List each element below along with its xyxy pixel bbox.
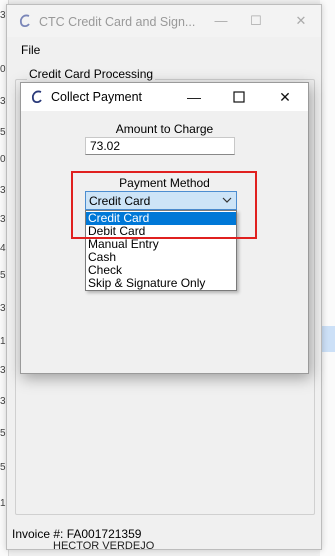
main-title-bar[interactable]: CTC Credit Card and Sign... — ☐ ✕ [7, 5, 321, 37]
dialog-title: Collect Payment [51, 90, 143, 104]
invoice-number: Invoice #: FA001721359 [12, 527, 142, 541]
minimize-icon[interactable]: — [212, 13, 230, 29]
group-label: Credit Card Processing [27, 67, 156, 81]
annotation-highlight-box [71, 171, 257, 239]
close-icon[interactable]: ✕ [292, 13, 310, 29]
app-logo-icon [19, 14, 30, 28]
menu-file[interactable]: File [21, 43, 40, 57]
background-bottom-text: HECTOR VERDEJO [53, 540, 155, 552]
minimize-icon[interactable]: — [183, 87, 205, 107]
background-selected-row [322, 326, 335, 352]
app-logo-icon [31, 90, 42, 104]
close-icon[interactable]: ✕ [274, 87, 296, 107]
amount-label: Amount to Charge [115, 122, 214, 136]
dropdown-option[interactable]: Skip & Signature Only [86, 277, 236, 290]
main-window-title: CTC Credit Card and Sign... [39, 15, 196, 29]
background-right-strip [320, 0, 335, 556]
maximize-icon[interactable]: ☐ [247, 13, 265, 29]
menu-bar: File [7, 39, 321, 61]
dialog-title-bar[interactable]: Collect Payment — ✕ [21, 83, 308, 111]
maximize-icon[interactable] [228, 87, 250, 107]
amount-input[interactable] [85, 137, 235, 155]
